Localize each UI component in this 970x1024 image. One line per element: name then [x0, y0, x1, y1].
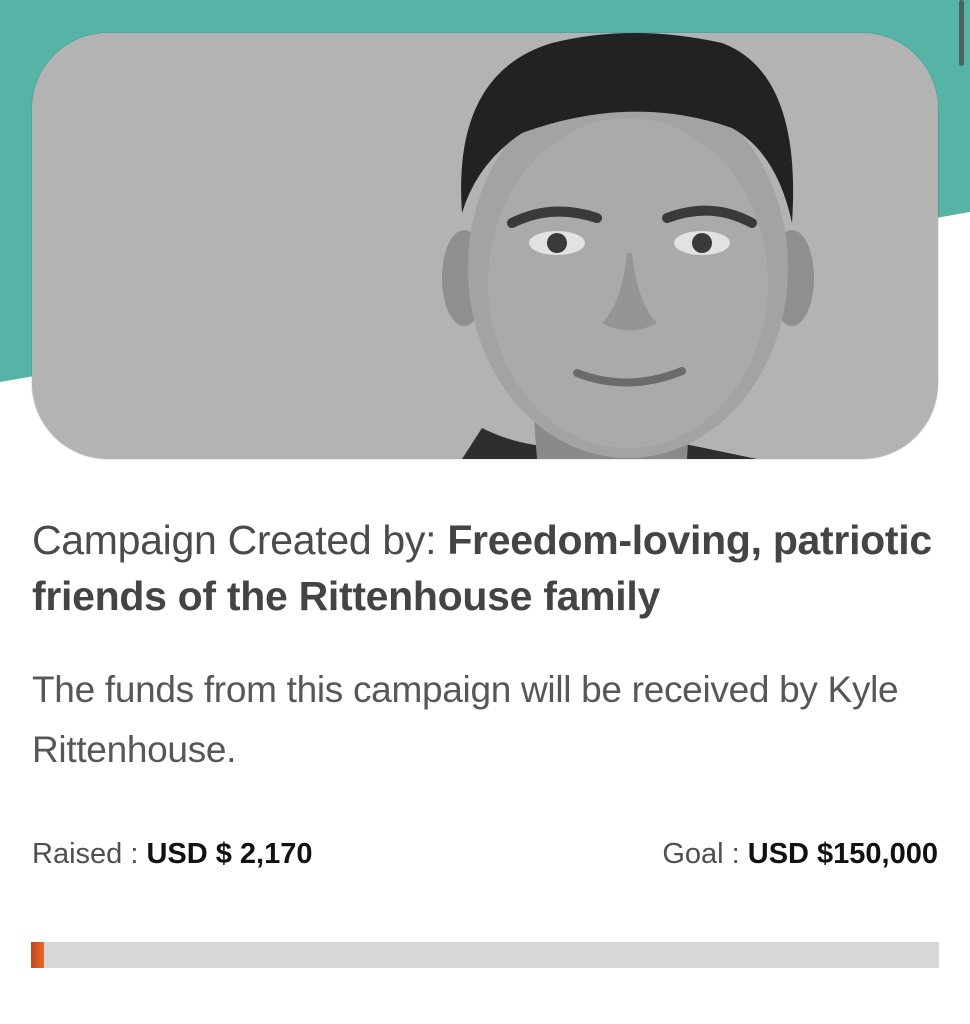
funding-progress-bar [31, 942, 939, 968]
goal-label: Goal : [662, 838, 748, 870]
creator-prefix: Campaign Created by: [32, 517, 448, 563]
recipient-text: The funds from this campaign will be rec… [32, 669, 899, 770]
goal-amount: Goal : USD $150,000 [662, 838, 938, 871]
campaign-hero-image [32, 33, 938, 459]
scroll-indicator[interactable] [959, 0, 964, 66]
raised-value: USD $ 2,170 [146, 838, 313, 870]
funding-stats: Raised : USD $ 2,170 Goal : USD $150,000 [32, 838, 938, 878]
progress-fill [31, 942, 45, 968]
raised-amount: Raised : USD $ 2,170 [32, 838, 313, 871]
campaign-creator: Campaign Created by: Freedom-loving, pat… [32, 512, 932, 624]
portrait-illustration [32, 33, 938, 459]
raised-label: Raised : [32, 838, 147, 870]
goal-value: USD $150,000 [747, 838, 938, 870]
